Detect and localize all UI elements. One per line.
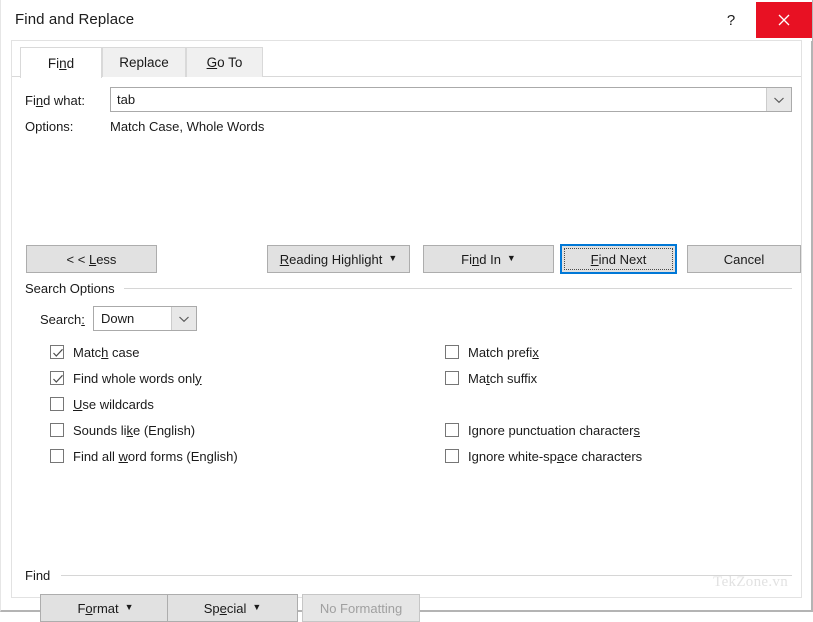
tab-go-to[interactable]: Go To bbox=[186, 47, 263, 77]
checkbox-ignore-punctuation-characters[interactable]: Ignore punctuation characters bbox=[445, 421, 640, 439]
question-mark-icon: ? bbox=[726, 11, 736, 29]
close-button[interactable] bbox=[756, 2, 812, 38]
find-next-focus-rect[interactable]: Find Next bbox=[564, 248, 673, 270]
search-direction-label: Search: bbox=[40, 312, 85, 327]
find-next-label: Find Next bbox=[590, 251, 647, 267]
checkbox-box bbox=[50, 345, 64, 359]
caret-down-icon: ▼ bbox=[252, 601, 262, 612]
find-what-input[interactable]: tab bbox=[111, 88, 767, 111]
search-direction-value: Down bbox=[101, 311, 135, 326]
checkbox-label: Sounds like (English) bbox=[73, 422, 196, 438]
search-options-group-title: Search Options bbox=[25, 281, 120, 296]
less-button-label: < < Less bbox=[66, 251, 117, 267]
no-formatting-button-label: No Formatting bbox=[319, 600, 403, 616]
checkbox-ignore-white-space-characters[interactable]: Ignore white-space characters bbox=[445, 447, 642, 465]
reading-highlight-label: Reading Highlight bbox=[279, 251, 383, 267]
checkbox-label: Match suffix bbox=[468, 370, 538, 386]
options-label: Options: bbox=[25, 119, 74, 134]
special-button-label: Special bbox=[203, 600, 247, 616]
checkbox-box bbox=[50, 397, 64, 411]
checkbox-box bbox=[445, 423, 459, 437]
find-what-dropdown-button[interactable] bbox=[766, 88, 791, 111]
checkbox-box bbox=[50, 449, 64, 463]
checkbox-box bbox=[50, 371, 64, 385]
window-title: Find and Replace bbox=[15, 11, 135, 28]
tab-replace[interactable]: Replace bbox=[102, 47, 186, 77]
checkbox-label: Find all word forms (English) bbox=[73, 448, 238, 464]
tab-go-to-label: Go To bbox=[206, 55, 243, 70]
checkbox-label: Find whole words only bbox=[73, 370, 202, 386]
tab-replace-label: Replace bbox=[119, 55, 169, 70]
chevron-down-icon bbox=[774, 97, 784, 103]
checkbox-box bbox=[445, 345, 459, 359]
caret-down-icon: ▼ bbox=[506, 252, 516, 263]
cancel-button-label: Cancel bbox=[723, 251, 765, 267]
close-icon bbox=[778, 14, 790, 26]
checkbox-sounds-like[interactable]: Sounds like (English) bbox=[50, 421, 195, 439]
checkbox-label: Match case bbox=[73, 344, 140, 360]
checkbox-box bbox=[445, 371, 459, 385]
find-next-button[interactable]: Find Next bbox=[560, 244, 677, 274]
search-direction-combobox[interactable]: Down bbox=[93, 306, 197, 331]
format-button-label: Format bbox=[77, 600, 119, 616]
watermark: TekZone.vn bbox=[713, 574, 788, 590]
tab-find[interactable]: Find bbox=[20, 47, 102, 78]
checkbox-label: Match prefix bbox=[468, 344, 539, 360]
checkbox-find-whole-words-only[interactable]: Find whole words only bbox=[50, 369, 202, 387]
checkbox-label: Ignore white-space characters bbox=[468, 448, 643, 464]
special-button[interactable]: Special ▼ bbox=[167, 594, 298, 622]
search-direction-dropdown-button[interactable] bbox=[171, 307, 196, 330]
find-in-button[interactable]: Find In ▼ bbox=[423, 245, 554, 273]
checkbox-box bbox=[445, 449, 459, 463]
find-group-title: Find bbox=[25, 568, 56, 583]
no-formatting-button: No Formatting bbox=[302, 594, 420, 622]
options-value: Match Case, Whole Words bbox=[110, 119, 265, 134]
checkbox-match-prefix[interactable]: Match prefix bbox=[445, 343, 539, 361]
caret-down-icon: ▼ bbox=[388, 252, 398, 263]
checkbox-box bbox=[50, 423, 64, 437]
dialog-content: Find Replace Go To Find what: tab Option… bbox=[11, 40, 802, 622]
title-bar: Find and Replace ? bbox=[1, 0, 812, 41]
checkbox-label: Use wildcards bbox=[73, 396, 154, 412]
caret-down-icon: ▼ bbox=[124, 601, 134, 612]
find-group-divider bbox=[61, 575, 792, 576]
help-button[interactable]: ? bbox=[708, 2, 754, 38]
search-options-group-divider bbox=[124, 288, 792, 289]
find-in-label: Find In bbox=[461, 251, 501, 267]
find-what-label: Find what: bbox=[25, 93, 85, 108]
chevron-down-icon bbox=[179, 316, 189, 322]
checkbox-match-suffix[interactable]: Match suffix bbox=[445, 369, 537, 387]
tab-find-label: Find bbox=[47, 55, 75, 71]
cancel-button[interactable]: Cancel bbox=[687, 245, 801, 273]
find-what-combobox[interactable]: tab bbox=[110, 87, 792, 112]
check-icon bbox=[53, 348, 63, 357]
format-button[interactable]: Format ▼ bbox=[40, 594, 171, 622]
checkbox-find-all-word-forms[interactable]: Find all word forms (English) bbox=[50, 447, 238, 465]
less-button[interactable]: < < Less bbox=[26, 245, 157, 273]
checkbox-label: Ignore punctuation characters bbox=[468, 422, 640, 438]
checkbox-match-case[interactable]: Match case bbox=[50, 343, 139, 361]
checkbox-use-wildcards[interactable]: Use wildcards bbox=[50, 395, 154, 413]
reading-highlight-button[interactable]: Reading Highlight ▼ bbox=[267, 245, 410, 273]
check-icon bbox=[53, 374, 63, 383]
find-and-replace-dialog: Find and Replace ? Find Replace Go To Fi… bbox=[0, 0, 813, 622]
